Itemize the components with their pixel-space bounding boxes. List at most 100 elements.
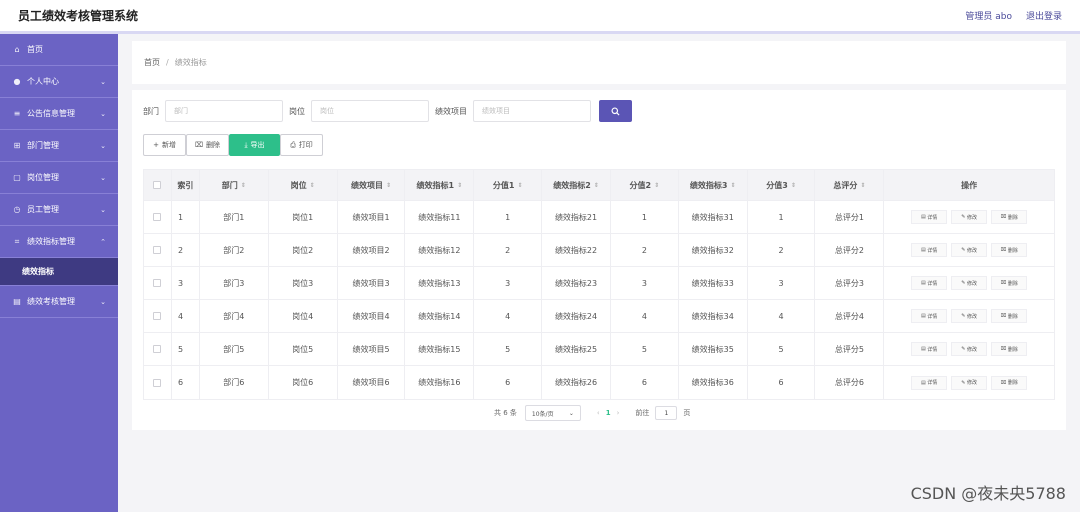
goto-page-input[interactable]: 1 [655,406,678,420]
row-delete-button[interactable]: ⌧ 删除 [991,309,1028,323]
row-delete-button[interactable]: ⌧ 删除 [991,375,1028,390]
edit-button[interactable]: ✎ 修改 [951,342,988,356]
add-button[interactable]: + 新增 [143,134,186,156]
row-checkbox[interactable] [153,312,162,320]
header-score1[interactable]: 分值1 ⇕ [474,170,543,200]
page-number-current[interactable]: 1 [606,409,611,417]
sidebar-item-department[interactable]: ⊞ 部门管理 ⌄ [0,130,118,162]
dept-input[interactable]: 部门 [165,100,283,122]
table-row: 1 部门1 岗位1 绩效项目1 绩效指标11 1 绩效指标21 1 绩效指标31 1 总评分1 ▤ 详… [144,201,1054,234]
row-operations: ▤ 详情 ✎ 修改 ⌧ 删除 [884,366,1054,399]
sidebar-subitem-indicator[interactable]: 绩效指标 [0,258,118,286]
cell-total-score: 总评分1 [815,201,885,233]
edit-button[interactable]: ✎ 修改 [951,243,988,257]
sidebar-item-notice[interactable]: ≡ 公告信息管理 ⌄ [0,98,118,130]
cell-value: 绩效指标15 [418,344,461,354]
header-score2[interactable]: 分值2 ⇕ [611,170,679,200]
sidebar-item-label: 岗位管理 [27,173,59,182]
header-indicator2[interactable]: 绩效指标2 ⇕ [542,170,611,200]
sort-icon: ⇕ [730,181,736,189]
plus-icon: + [153,141,159,149]
sidebar-item-home[interactable]: ⌂ 首页 [0,34,118,66]
row-checkbox[interactable] [153,378,162,387]
row-checkbox[interactable] [153,279,162,287]
detail-button[interactable]: ▤ 详情 [911,276,948,290]
cell-department: 部门6 [200,366,269,399]
chevron-up-icon: ⌃ [100,237,106,246]
cell-value: 部门6 [223,378,245,387]
cell-value: 3 [177,278,184,288]
chevron-down-icon: ⌄ [100,109,106,118]
header-department[interactable]: 部门 ⇕ [200,170,269,200]
delete-label: 删除 [1007,280,1018,287]
table-header-row: 索引 部门 ⇕ 岗位 ⇕ 绩效项目 ⇕ 绩效指标1 ⇕ 分值1 ⇕ 绩效指标2 ⇕ 分值2 ⇕… [144,170,1054,201]
detail-label: 详情 [927,247,938,254]
cell-indicator1: 绩效指标12 [405,234,475,266]
edit-button[interactable]: ✎ 修改 [951,210,988,224]
cell-department: 部门5 [200,333,269,365]
detail-button[interactable]: ▤ 详情 [911,309,948,323]
row-checkbox[interactable] [153,213,162,221]
print-button[interactable]: ⎙ 打印 [280,134,323,156]
header-position[interactable]: 岗位 ⇕ [269,170,338,200]
cell-value: 绩效指标24 [554,311,598,321]
sidebar-item-personal-center[interactable]: ● 个人中心 ⌄ [0,66,118,98]
cell-value: 总评分6 [834,378,864,387]
cell-indicator3: 绩效指标36 [679,366,748,399]
pagination: 共 6 条 10条/页 ⌄ ‹ 1 › 前往 1 页 [494,405,690,421]
admin-user-label[interactable]: 管理员 abo [965,9,1012,22]
cell-indicator1: 绩效指标15 [405,333,475,365]
cell-total-score: 总评分2 [815,234,885,266]
breadcrumb-home[interactable]: 首页 [144,57,160,68]
sidebar-item-employee[interactable]: ◷ 员工管理 ⌄ [0,194,118,226]
row-checkbox[interactable] [153,345,162,353]
row-select-cell [144,366,172,399]
header-label: 绩效项目 [350,180,383,190]
prev-page-button[interactable]: ‹ [597,409,600,417]
delete-button[interactable]: ⌧ 删除 [186,134,229,156]
cell-indicator2: 绩效指标21 [542,201,611,233]
cell-project: 绩效项目1 [338,201,406,233]
row-delete-button[interactable]: ⌧ 删除 [991,243,1028,257]
detail-button[interactable]: ▤ 详情 [911,342,948,356]
header-indicator3[interactable]: 绩效指标3 ⇕ [679,170,748,200]
top-header: 员工绩效考核管理系统 管理员 abo 退出登录 [0,0,1080,34]
export-button[interactable]: ⤓ 导出 [229,134,280,156]
sidebar-item-position[interactable]: ▢ 岗位管理 ⌄ [0,162,118,194]
header-score3[interactable]: 分值3 ⇕ [748,170,816,200]
detail-button[interactable]: ▤ 详情 [911,210,948,224]
edit-button[interactable]: ✎ 修改 [951,276,988,290]
delete-label: 删除 [1007,313,1018,320]
row-delete-button[interactable]: ⌧ 删除 [991,342,1028,356]
trash-icon: ⌧ [194,141,204,149]
logout-link[interactable]: 退出登录 [1026,9,1062,22]
sidebar-item-indicator-management[interactable]: ⌗ 绩效指标管理 ⌃ [0,226,118,258]
project-input[interactable]: 绩效项目 [473,100,591,122]
sort-icon: ⇕ [860,181,866,189]
cell-total-score: 总评分6 [815,366,885,399]
detail-label: 详情 [927,346,938,353]
detail-button[interactable]: ▤ 详情 [911,375,948,390]
detail-button[interactable]: ▤ 详情 [911,243,948,257]
content-card: 部门 部门 岗位 岗位 绩效项目 绩效项目 + 新增 ⌧ 删除 ⤓ 导出 ⎙ 打印 索引… [132,90,1066,430]
edit-button[interactable]: ✎ 修改 [951,375,988,390]
watermark: CSDN @夜未央5788 [910,484,1066,503]
search-button[interactable] [599,100,632,122]
header-project[interactable]: 绩效项目 ⇕ [338,170,406,200]
page-size-select[interactable]: 10条/页 ⌄ [524,405,581,421]
row-delete-button[interactable]: ⌧ 删除 [991,276,1028,290]
header-indicator1[interactable]: 绩效指标1 ⇕ [405,170,475,200]
goto-label: 前往 [635,409,650,417]
header-total-score[interactable]: 总评分 ⇕ [815,170,885,200]
post-input[interactable]: 岗位 [311,100,429,122]
select-all-checkbox[interactable] [153,181,162,189]
edit-button[interactable]: ✎ 修改 [951,309,988,323]
cell-indicator2: 绩效指标26 [542,366,611,399]
sidebar-item-assessment[interactable]: ▤ 绩效考核管理 ⌄ [0,286,118,318]
row-checkbox[interactable] [153,246,162,254]
cell-score3: 2 [748,234,816,266]
next-page-button[interactable]: › [617,409,620,417]
user-icon: ● [13,77,21,86]
row-delete-button[interactable]: ⌧ 删除 [991,210,1028,224]
cell-index: 4 [172,300,200,332]
